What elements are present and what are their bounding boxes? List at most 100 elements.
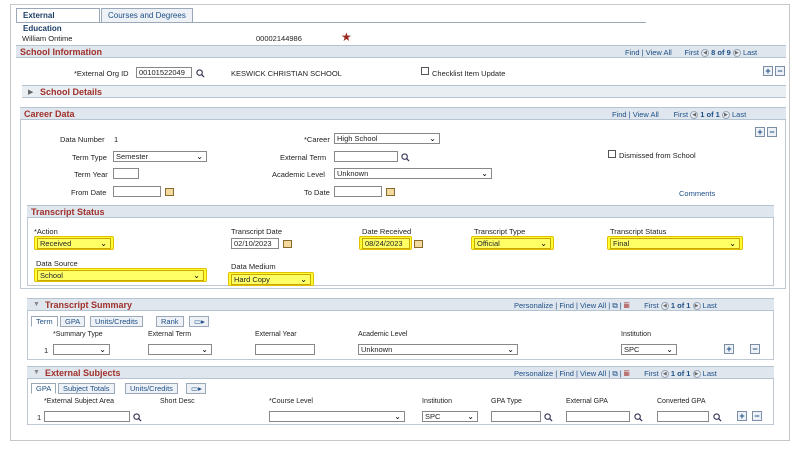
show-all-columns-icon[interactable]: ▭▸ bbox=[186, 383, 206, 394]
school-info-header: School Information Find | View All First… bbox=[16, 45, 786, 58]
external-term-select[interactable]: ⌄ bbox=[148, 344, 212, 355]
checklist-checkbox[interactable] bbox=[421, 67, 429, 75]
school-details-title[interactable]: School Details bbox=[40, 87, 102, 97]
download-icon[interactable]: ▦ bbox=[624, 301, 630, 310]
view-all-link[interactable]: View All bbox=[646, 48, 672, 57]
add-row-button[interactable]: + bbox=[755, 127, 765, 137]
action-select[interactable]: Received ⌄ bbox=[37, 238, 111, 249]
calendar-icon[interactable] bbox=[414, 240, 423, 248]
prev-icon[interactable]: ◀ bbox=[660, 302, 669, 311]
calendar-icon[interactable] bbox=[165, 188, 174, 196]
org-id-input[interactable]: 00101522049 bbox=[136, 67, 192, 78]
data-source-select[interactable]: School ⌄ bbox=[37, 270, 204, 281]
zoom-icon[interactable]: ⧉ bbox=[612, 369, 617, 378]
external-gpa-input[interactable] bbox=[566, 411, 630, 422]
term-year-label: Term Year bbox=[74, 170, 108, 179]
next-icon[interactable]: ▶ bbox=[721, 111, 730, 120]
external-term-input[interactable] bbox=[334, 151, 398, 162]
search-icon[interactable] bbox=[196, 69, 205, 78]
tab-courses-and-degrees[interactable]: Courses and Degrees bbox=[101, 8, 193, 23]
zoom-icon[interactable]: ⧉ bbox=[612, 301, 617, 310]
prev-icon[interactable]: ◀ bbox=[690, 111, 699, 120]
collapse-arrow-icon[interactable]: ▼ bbox=[33, 369, 40, 376]
find-link[interactable]: Find bbox=[559, 369, 574, 378]
personalize-link[interactable]: Personalize bbox=[514, 301, 553, 310]
last-link[interactable]: Last bbox=[732, 110, 746, 119]
grid-tab-subject-totals[interactable]: Subject Totals bbox=[58, 383, 115, 394]
search-icon[interactable] bbox=[634, 413, 643, 422]
comments-link[interactable]: Comments bbox=[679, 189, 715, 198]
tab-external-education[interactable]: External Education bbox=[16, 8, 100, 33]
search-icon[interactable] bbox=[544, 413, 553, 422]
next-icon[interactable]: ▶ bbox=[692, 370, 701, 379]
search-icon[interactable] bbox=[133, 413, 142, 422]
transcript-summary-title: Transcript Summary bbox=[45, 300, 133, 310]
grid-tab-rank[interactable]: Rank bbox=[156, 316, 184, 327]
delete-row-button[interactable]: − bbox=[767, 127, 777, 137]
academic-level-select[interactable]: Unknown ⌄ bbox=[334, 168, 492, 179]
course-level-select[interactable]: ⌄ bbox=[269, 411, 405, 422]
to-date-input[interactable] bbox=[334, 186, 382, 197]
delete-row-button[interactable]: − bbox=[750, 344, 760, 354]
from-date-input[interactable] bbox=[113, 186, 161, 197]
first-link[interactable]: First bbox=[644, 301, 659, 310]
delete-row-button[interactable]: − bbox=[752, 411, 762, 421]
first-link[interactable]: First bbox=[684, 48, 699, 57]
academic-level-select[interactable]: Unknown ⌄ bbox=[358, 344, 518, 355]
download-icon[interactable]: ▦ bbox=[624, 369, 630, 378]
delete-row-button[interactable]: − bbox=[775, 66, 785, 76]
transcript-date-input[interactable]: 02/10/2023 bbox=[231, 238, 279, 249]
next-icon[interactable]: ▶ bbox=[692, 302, 701, 311]
grid-tab-gpa[interactable]: GPA bbox=[60, 316, 86, 327]
add-row-button[interactable]: + bbox=[737, 411, 747, 421]
find-link[interactable]: Find bbox=[625, 48, 640, 57]
show-all-columns-icon[interactable]: ▭▸ bbox=[189, 316, 209, 327]
external-year-input[interactable] bbox=[255, 344, 315, 355]
date-received-input[interactable]: 08/24/2023 bbox=[362, 238, 410, 249]
term-type-select[interactable]: Semester ⌄ bbox=[113, 151, 207, 162]
term-year-input[interactable] bbox=[113, 168, 139, 179]
first-link[interactable]: First bbox=[644, 369, 659, 378]
transcript-date-label: Transcript Date bbox=[231, 227, 282, 236]
view-all-link[interactable]: View All bbox=[633, 110, 659, 119]
transcript-status-select[interactable]: Final ⌄ bbox=[610, 238, 740, 249]
last-link[interactable]: Last bbox=[703, 369, 717, 378]
career-select[interactable]: High School ⌄ bbox=[334, 133, 440, 144]
expand-arrow-icon[interactable]: ▶ bbox=[28, 88, 33, 96]
grid-tab-units-credits[interactable]: Units/Credits bbox=[90, 316, 143, 327]
next-icon[interactable]: ▶ bbox=[732, 49, 741, 58]
transcript-type-select[interactable]: Official ⌄ bbox=[474, 238, 551, 249]
grid-tab-gpa[interactable]: GPA bbox=[31, 383, 57, 394]
institution-select[interactable]: SPC ⌄ bbox=[621, 344, 677, 355]
grid-tab-units-credits[interactable]: Units/Credits bbox=[125, 383, 178, 394]
calendar-icon[interactable] bbox=[386, 188, 395, 196]
data-medium-select[interactable]: Hard Copy ⌄ bbox=[231, 274, 311, 285]
last-link[interactable]: Last bbox=[703, 301, 717, 310]
add-row-button[interactable]: + bbox=[724, 344, 734, 354]
add-row-button[interactable]: + bbox=[763, 66, 773, 76]
converted-gpa-input[interactable] bbox=[657, 411, 709, 422]
find-link[interactable]: Find bbox=[559, 301, 574, 310]
grid-tab-term[interactable]: Term bbox=[31, 316, 58, 327]
gpa-type-input[interactable] bbox=[491, 411, 541, 422]
dismissed-checkbox[interactable] bbox=[608, 150, 616, 158]
org-id-label: *External Org ID bbox=[74, 69, 129, 78]
collapse-arrow-icon[interactable]: ▼ bbox=[33, 301, 40, 308]
school-details-header[interactable]: ▶ School Details bbox=[22, 85, 786, 98]
first-link[interactable]: First bbox=[673, 110, 688, 119]
calendar-icon[interactable] bbox=[283, 240, 292, 248]
external-subject-area-input[interactable] bbox=[44, 411, 130, 422]
find-link[interactable]: Find bbox=[612, 110, 627, 119]
view-all-link[interactable]: View All bbox=[580, 369, 606, 378]
prev-icon[interactable]: ◀ bbox=[660, 370, 669, 379]
column-header: Institution bbox=[621, 331, 651, 338]
data-medium-label: Data Medium bbox=[231, 262, 276, 271]
search-icon[interactable] bbox=[713, 413, 722, 422]
view-all-link[interactable]: View All bbox=[580, 301, 606, 310]
summary-type-select[interactable]: ⌄ bbox=[53, 344, 110, 355]
institution-select[interactable]: SPC ⌄ bbox=[422, 411, 478, 422]
last-link[interactable]: Last bbox=[743, 48, 757, 57]
search-icon[interactable] bbox=[401, 153, 410, 162]
prev-icon[interactable]: ◀ bbox=[701, 49, 710, 58]
personalize-link[interactable]: Personalize bbox=[514, 369, 553, 378]
